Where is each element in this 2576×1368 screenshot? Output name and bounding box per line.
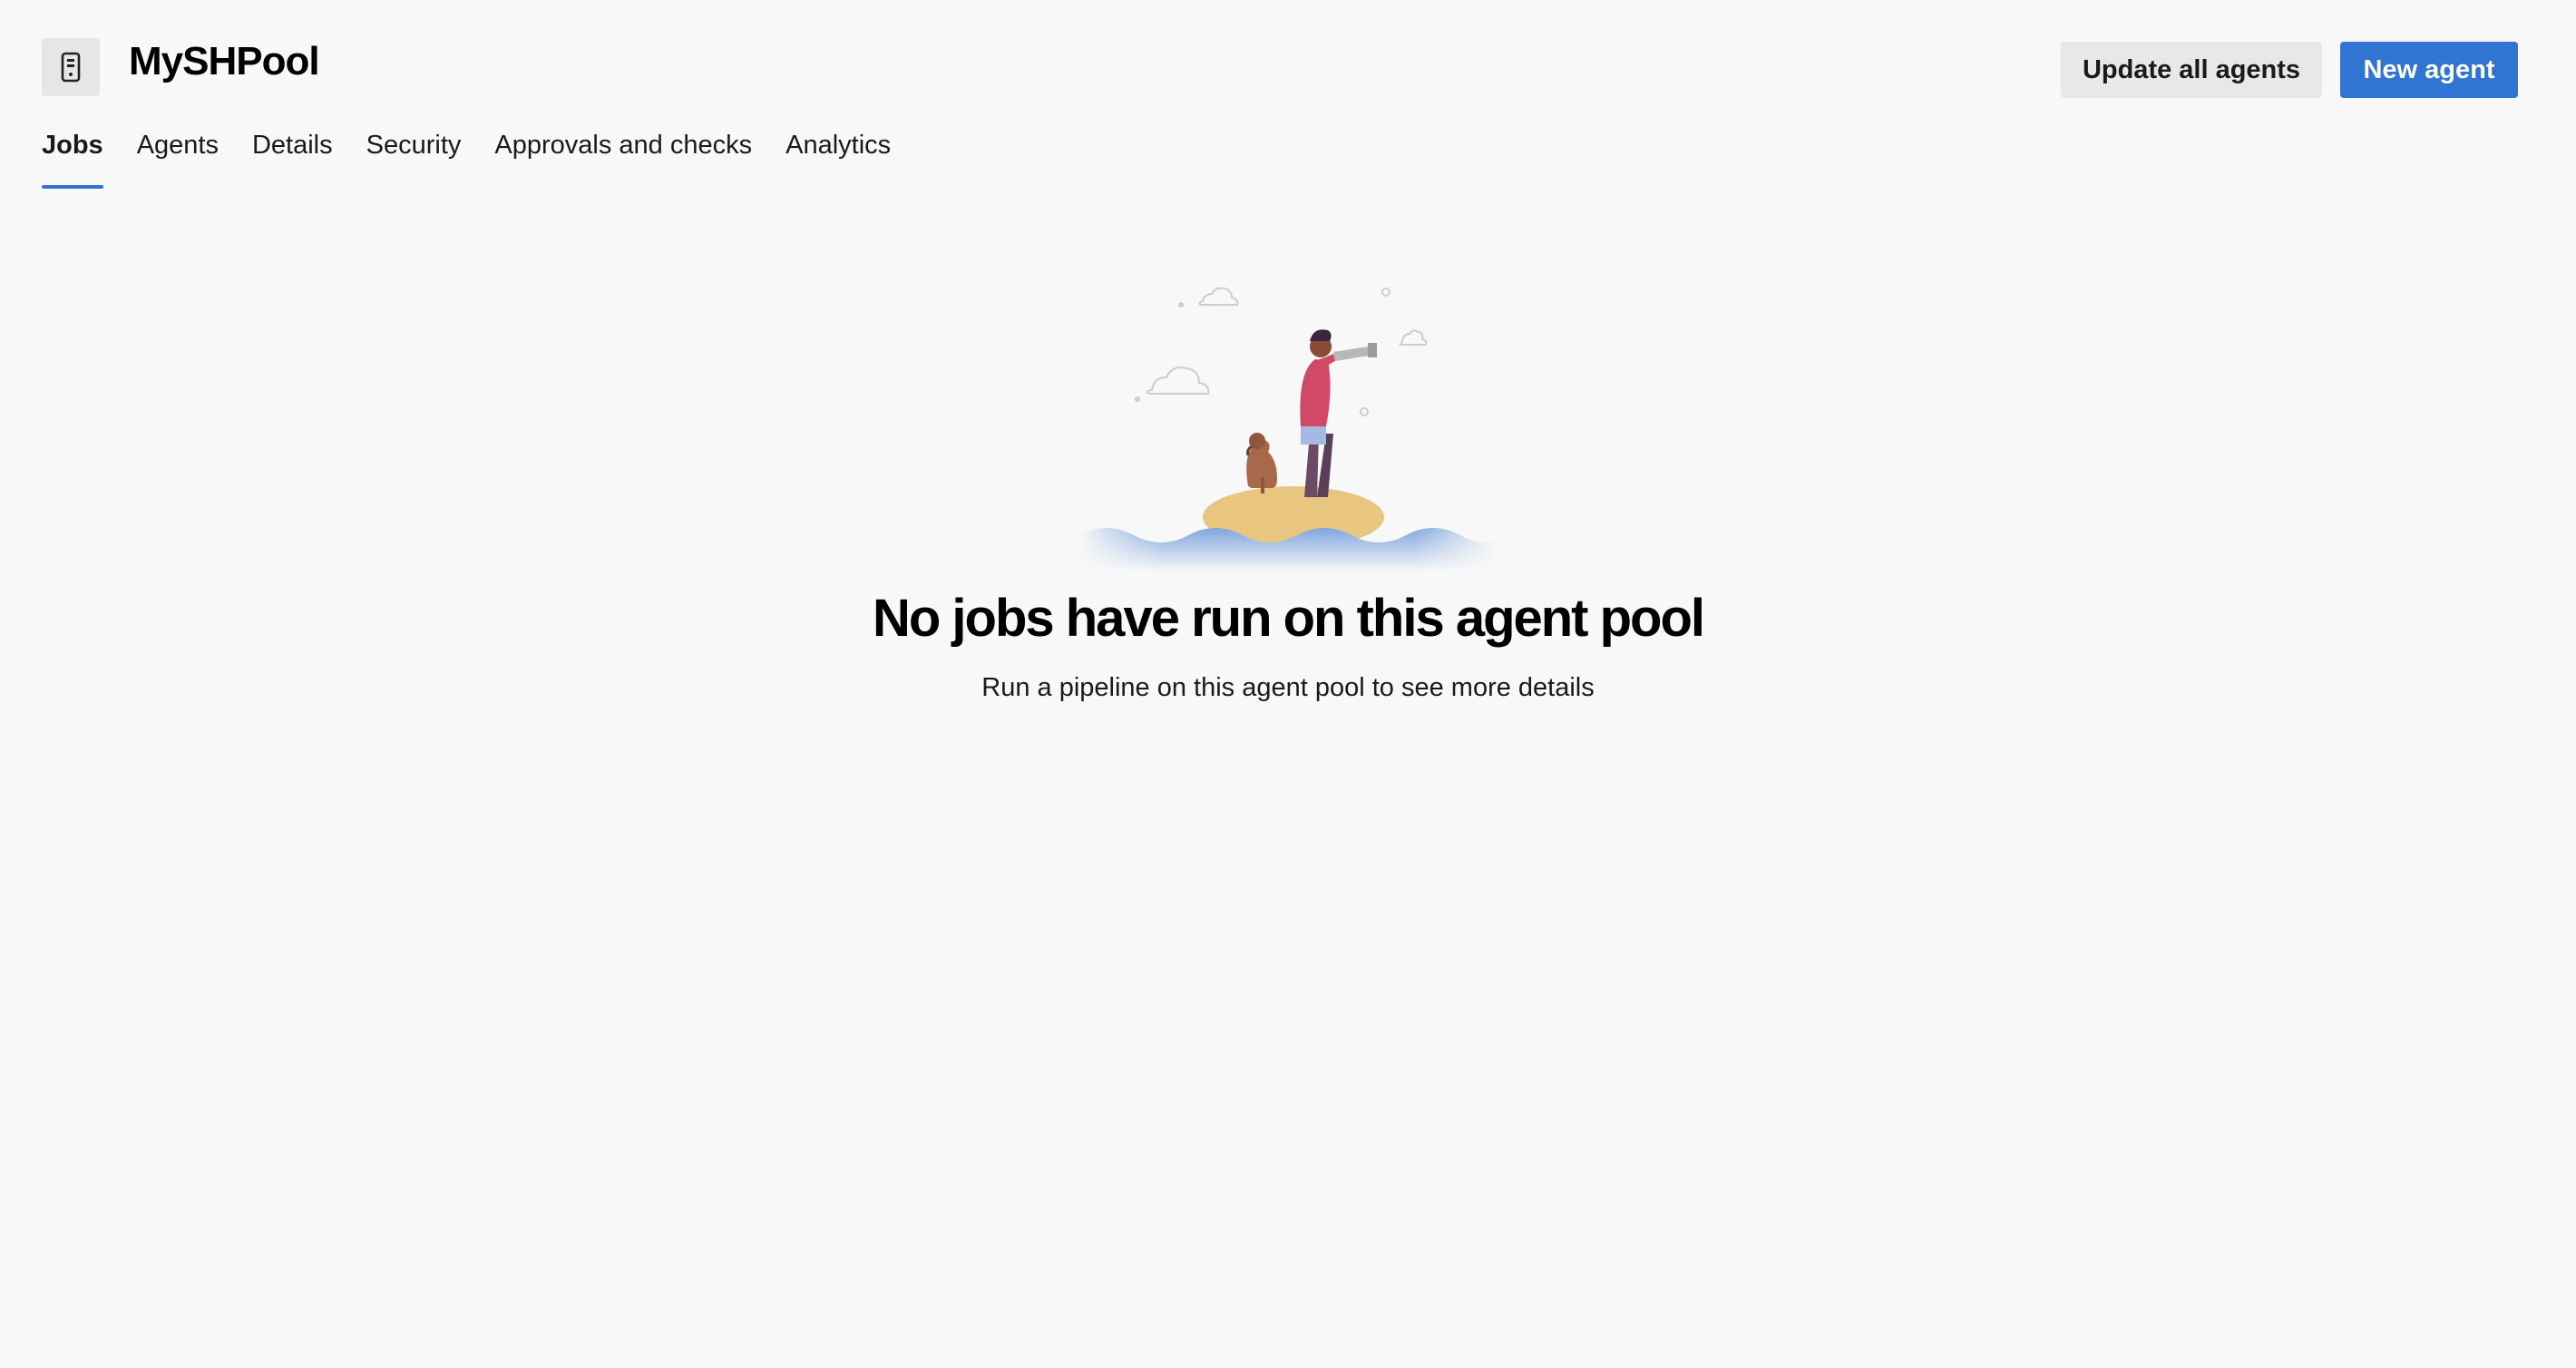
tab-security[interactable]: Security bbox=[366, 123, 462, 189]
tab-agents[interactable]: Agents bbox=[137, 123, 219, 189]
empty-state-title: No jobs have run on this agent pool bbox=[872, 589, 1705, 648]
empty-state: No jobs have run on this agent pool Run … bbox=[0, 263, 2576, 706]
page-title: MySHPool bbox=[129, 39, 320, 83]
tab-bar: Jobs Agents Details Security Approvals a… bbox=[42, 123, 924, 189]
tab-jobs[interactable]: Jobs bbox=[42, 123, 103, 189]
person-with-telescope-and-dog-on-island-illustration bbox=[1079, 287, 1497, 572]
page-header: MySHPool Update all agents New agent bbox=[0, 0, 2576, 109]
tab-details[interactable]: Details bbox=[252, 123, 333, 189]
agent-pool-icon bbox=[42, 38, 100, 96]
update-all-agents-button[interactable]: Update all agents bbox=[2061, 42, 2322, 98]
tab-approvals-and-checks[interactable]: Approvals and checks bbox=[494, 123, 752, 189]
empty-state-subtitle: Run a pipeline on this agent pool to see… bbox=[981, 673, 1595, 702]
new-agent-button[interactable]: New agent bbox=[2340, 42, 2518, 98]
tab-analytics[interactable]: Analytics bbox=[785, 123, 891, 189]
